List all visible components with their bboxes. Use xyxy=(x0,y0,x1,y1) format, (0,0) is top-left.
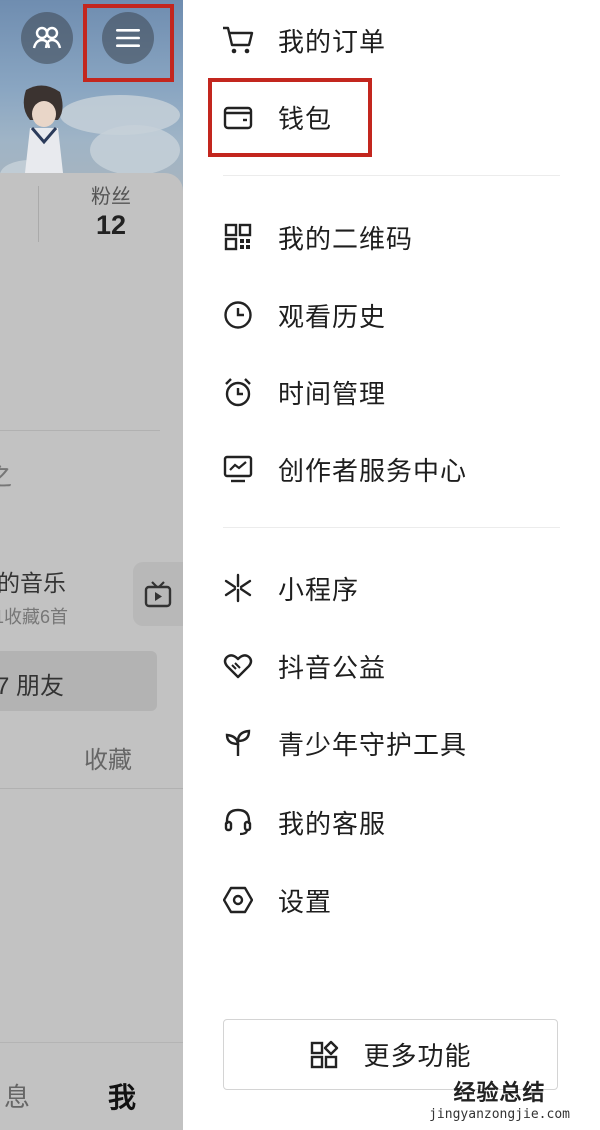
watermark-title: 经验总结 xyxy=(453,1080,546,1105)
menu-item-charity[interactable]: 抖音公益 xyxy=(221,641,581,691)
fans-count[interactable]: 12 xyxy=(88,210,134,241)
music-title[interactable]: 我的音乐 xyxy=(0,564,66,598)
divider xyxy=(0,430,160,431)
menu-item-label: 我的客服 xyxy=(278,808,387,839)
menu-item-history[interactable]: 观看历史 xyxy=(221,290,581,340)
menu-button-highlight xyxy=(83,4,174,82)
menu-item-label: 我的二维码 xyxy=(278,223,414,254)
cart-icon xyxy=(221,23,255,57)
friends-button[interactable] xyxy=(21,12,73,64)
menu-item-youth-protection[interactable]: 青少年守护工具 xyxy=(221,718,581,768)
menu-item-label: 小程序 xyxy=(278,574,360,605)
menu-item-label: 时间管理 xyxy=(278,378,387,409)
menu-divider xyxy=(223,527,560,528)
watermark-url: jingyanzongjie.com xyxy=(429,1107,570,1122)
alarm-clock-icon xyxy=(221,375,255,409)
sprout-icon xyxy=(221,726,255,760)
menu-item-orders[interactable]: 我的订单 xyxy=(221,15,581,65)
fans-label: 粉丝 xyxy=(91,186,131,208)
chart-monitor-icon xyxy=(221,452,255,486)
qrcode-icon xyxy=(221,220,255,254)
friend-text: 7 朋友 xyxy=(0,673,65,700)
menu-item-qrcode[interactable]: 我的二维码 xyxy=(221,212,581,262)
stats-divider xyxy=(38,186,39,242)
more-features-label: 更多功能 xyxy=(363,1041,472,1071)
side-menu-drawer: 我的订单 钱包 我的二维码 观看历史 时间管理 创作者服务中心 小程序 抖音公益… xyxy=(183,0,600,1130)
menu-item-customer-service[interactable]: 我的客服 xyxy=(221,797,581,847)
menu-item-label: 设置 xyxy=(278,886,333,917)
nav-me[interactable]: 我 xyxy=(108,1076,136,1116)
clock-icon xyxy=(221,298,255,332)
heart-icon xyxy=(221,649,255,683)
sparkle-icon xyxy=(221,571,255,605)
wallet-highlight xyxy=(208,78,372,157)
partial-text: 之 xyxy=(0,456,12,493)
menu-divider xyxy=(223,175,560,176)
headset-icon xyxy=(221,805,255,839)
menu-item-label: 观看历史 xyxy=(278,301,387,332)
menu-item-label: 抖音公益 xyxy=(278,652,387,683)
more-grid-icon xyxy=(309,1040,339,1070)
menu-item-label: 青少年守护工具 xyxy=(278,729,468,760)
menu-item-label: 我的订单 xyxy=(278,26,387,57)
hexagon-settings-icon xyxy=(221,883,255,917)
tv-play-icon xyxy=(144,581,172,608)
friends-icon xyxy=(32,26,62,49)
tv-button[interactable] xyxy=(133,562,183,626)
profile-background-panel[interactable]: 粉丝 12 之 我的音乐 1收藏6首 7 朋友 收藏 息 我 xyxy=(0,0,183,1130)
divider xyxy=(0,788,183,789)
menu-item-time-management[interactable]: 时间管理 xyxy=(221,367,581,417)
menu-item-mini-programs[interactable]: 小程序 xyxy=(221,563,581,613)
watermark: 经验总结 jingyanzongjie.com xyxy=(429,1075,570,1122)
favorites-tab[interactable]: 收藏 xyxy=(84,740,132,775)
menu-item-creator-center[interactable]: 创作者服务中心 xyxy=(221,444,581,494)
menu-item-settings[interactable]: 设置 xyxy=(221,875,581,925)
menu-item-label: 创作者服务中心 xyxy=(278,455,468,486)
nav-messages[interactable]: 息 xyxy=(4,1077,30,1114)
music-subtitle: 1收藏6首 xyxy=(0,607,69,627)
